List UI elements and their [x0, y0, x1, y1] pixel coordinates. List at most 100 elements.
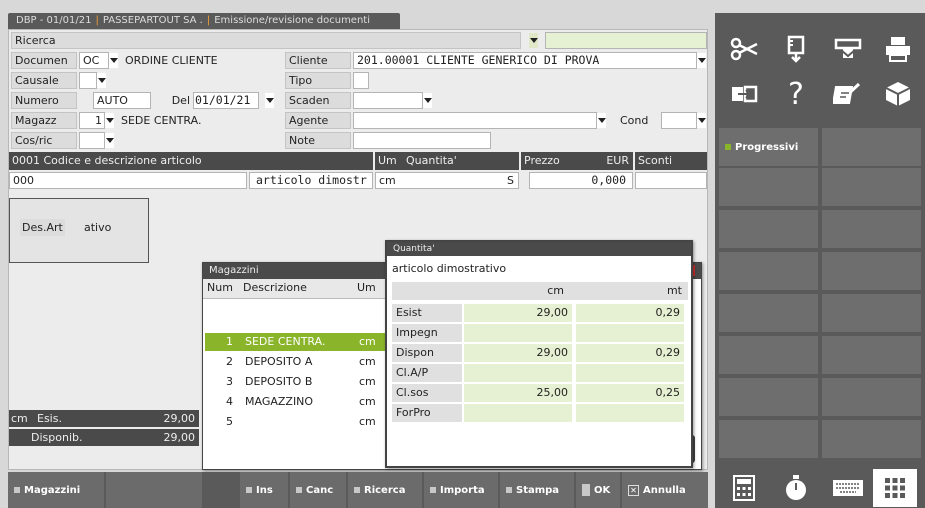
cosric-dropdown-icon[interactable]: [105, 133, 114, 148]
stampa-button-label: Stampa: [516, 484, 560, 496]
quantita-row-mt: 0,29: [576, 304, 684, 322]
grid-sconti-field[interactable]: [635, 172, 707, 189]
side-button-16[interactable]: [822, 420, 921, 458]
scaden-field[interactable]: [353, 92, 423, 109]
cond-field[interactable]: [661, 112, 697, 129]
magazzini-row[interactable]: 1 SEDE CENTRA. cm: [205, 333, 385, 351]
quantita-row-mt: [576, 364, 684, 382]
documen-desc: ORDINE CLIENTE: [121, 52, 283, 69]
grid-menu-icon[interactable]: [873, 469, 917, 507]
summary-disp-label: Disponib.: [31, 431, 83, 444]
side-button-3[interactable]: [719, 168, 818, 206]
magazzini-row[interactable]: 3 DEPOSITO B cm: [205, 373, 385, 391]
note-field[interactable]: [353, 132, 491, 149]
side-button-4[interactable]: [822, 168, 921, 206]
magazz-field[interactable]: 1: [79, 112, 105, 129]
progressivi-button[interactable]: Progressivi: [719, 128, 818, 166]
cond-dropdown-icon[interactable]: [697, 113, 706, 128]
side-button-6[interactable]: [822, 210, 921, 248]
progressivi-marker: [725, 144, 731, 150]
side-button-14[interactable]: [822, 378, 921, 416]
causale-field[interactable]: [79, 72, 97, 89]
ricerca-dropdown-icon[interactable]: [529, 33, 538, 48]
scissors-icon[interactable]: [719, 30, 769, 68]
scaden-dropdown-icon[interactable]: [423, 93, 432, 108]
side-button-9[interactable]: [719, 294, 818, 332]
magazzini-row[interactable]: 5 cm: [205, 413, 385, 431]
cliente-dropdown-icon[interactable]: [697, 53, 706, 68]
side-button-15[interactable]: [719, 420, 818, 458]
note-pencil-icon[interactable]: [823, 75, 873, 113]
magazzini-row-desc: DEPOSITO B: [245, 375, 313, 388]
numero-field[interactable]: AUTO: [93, 92, 151, 109]
window-title-bar: DBP - 01/01/21 | PASSEPARTOUT SA . | Emissio…: [8, 13, 400, 29]
printer-icon[interactable]: [873, 30, 923, 68]
keyboard-icon[interactable]: [823, 469, 873, 507]
cliente-field[interactable]: 201.00001 CLIENTE GENERICO DI PROVA: [353, 52, 697, 69]
side-button-13[interactable]: [719, 378, 818, 416]
desart-label: Des.Art: [20, 219, 65, 236]
magazzini-row[interactable]: 2 DEPOSITO A cm: [205, 353, 385, 371]
calculator-icon[interactable]: [719, 469, 769, 507]
cosric-field[interactable]: [79, 132, 105, 149]
magazzini-row-desc: SEDE CENTRA.: [245, 335, 326, 348]
side-button-11[interactable]: [719, 336, 818, 374]
agente-dropdown-icon[interactable]: [597, 113, 606, 128]
magazzini-button[interactable]: Magazzini: [8, 472, 104, 508]
swap-icon[interactable]: [719, 75, 769, 113]
summary-esis-label: Esis.: [37, 412, 62, 425]
magazz-dropdown-icon[interactable]: [105, 113, 114, 128]
quantita-row-label: Cl.sos: [392, 384, 462, 402]
annulla-button-label: Annulla: [643, 484, 686, 496]
stopwatch-icon[interactable]: [771, 469, 821, 507]
tipo-field[interactable]: [353, 72, 369, 89]
paste-icon[interactable]: [823, 30, 873, 68]
side-button-7[interactable]: [719, 252, 818, 290]
title-code: DBP - 01/01/21: [16, 15, 92, 26]
stampa-button[interactable]: Stampa: [500, 472, 574, 508]
progressivi-label: Progressivi: [735, 141, 799, 153]
quantita-header: cm mt: [392, 282, 688, 300]
quantita-row-cm: [464, 404, 572, 422]
magazzini-row-um: cm: [359, 415, 376, 428]
del-dropdown-icon[interactable]: [265, 93, 274, 108]
ins-button[interactable]: Ins: [240, 472, 288, 508]
copy-document-icon[interactable]: [771, 30, 821, 68]
magazzini-row-desc: MAGAZZINO: [245, 395, 314, 408]
magazzini-h-um: Um: [357, 281, 376, 294]
agente-label: Agente: [285, 112, 351, 129]
importa-button[interactable]: Importa: [424, 472, 498, 508]
grid-prezzo-field[interactable]: 0,000: [529, 172, 633, 189]
documen-dropdown-icon[interactable]: [109, 53, 118, 68]
canc-button[interactable]: Canc: [290, 472, 346, 508]
quantita-row-cm: [464, 324, 572, 342]
importa-button-label: Importa: [440, 484, 485, 496]
side-button-5[interactable]: [719, 210, 818, 248]
side-button-12[interactable]: [822, 336, 921, 374]
side-button-8[interactable]: [822, 252, 921, 290]
grid-header-sconti: Sconti: [635, 152, 707, 170]
quantita-window: Quantita' articolo dimostrativo cm mt Es…: [385, 240, 693, 468]
agente-field[interactable]: [353, 112, 597, 129]
ricerca-button[interactable]: Ricerca: [348, 472, 422, 508]
magazz-desc: SEDE CENTRA.: [117, 112, 283, 129]
causale-dropdown-icon[interactable]: [97, 73, 106, 88]
ok-button[interactable]: OK: [576, 472, 620, 508]
ricerca-input[interactable]: [545, 32, 707, 49]
del-date-field[interactable]: 01/01/21: [193, 92, 259, 109]
magazzini-row[interactable]: 4 MAGAZZINO cm: [205, 393, 385, 411]
empty-button-1[interactable]: [106, 472, 202, 508]
annulla-button[interactable]: ✕ Annulla: [622, 472, 708, 508]
magazzini-row-num: 4: [226, 395, 233, 408]
magazz-label: Magazz: [11, 112, 77, 129]
package-icon[interactable]: [873, 75, 923, 113]
side-button-2[interactable]: [822, 128, 921, 166]
side-button-10[interactable]: [822, 294, 921, 332]
grid-code-field[interactable]: 000: [9, 172, 247, 189]
grid-desc-field[interactable]: articolo dimostr: [249, 172, 373, 189]
grid-um-field[interactable]: cm S: [375, 172, 519, 189]
canc-button-label: Canc: [306, 484, 334, 496]
documen-code-field[interactable]: OC: [79, 52, 109, 69]
quantita-row-label: Impegn: [392, 324, 462, 342]
help-icon[interactable]: ?: [771, 75, 821, 113]
